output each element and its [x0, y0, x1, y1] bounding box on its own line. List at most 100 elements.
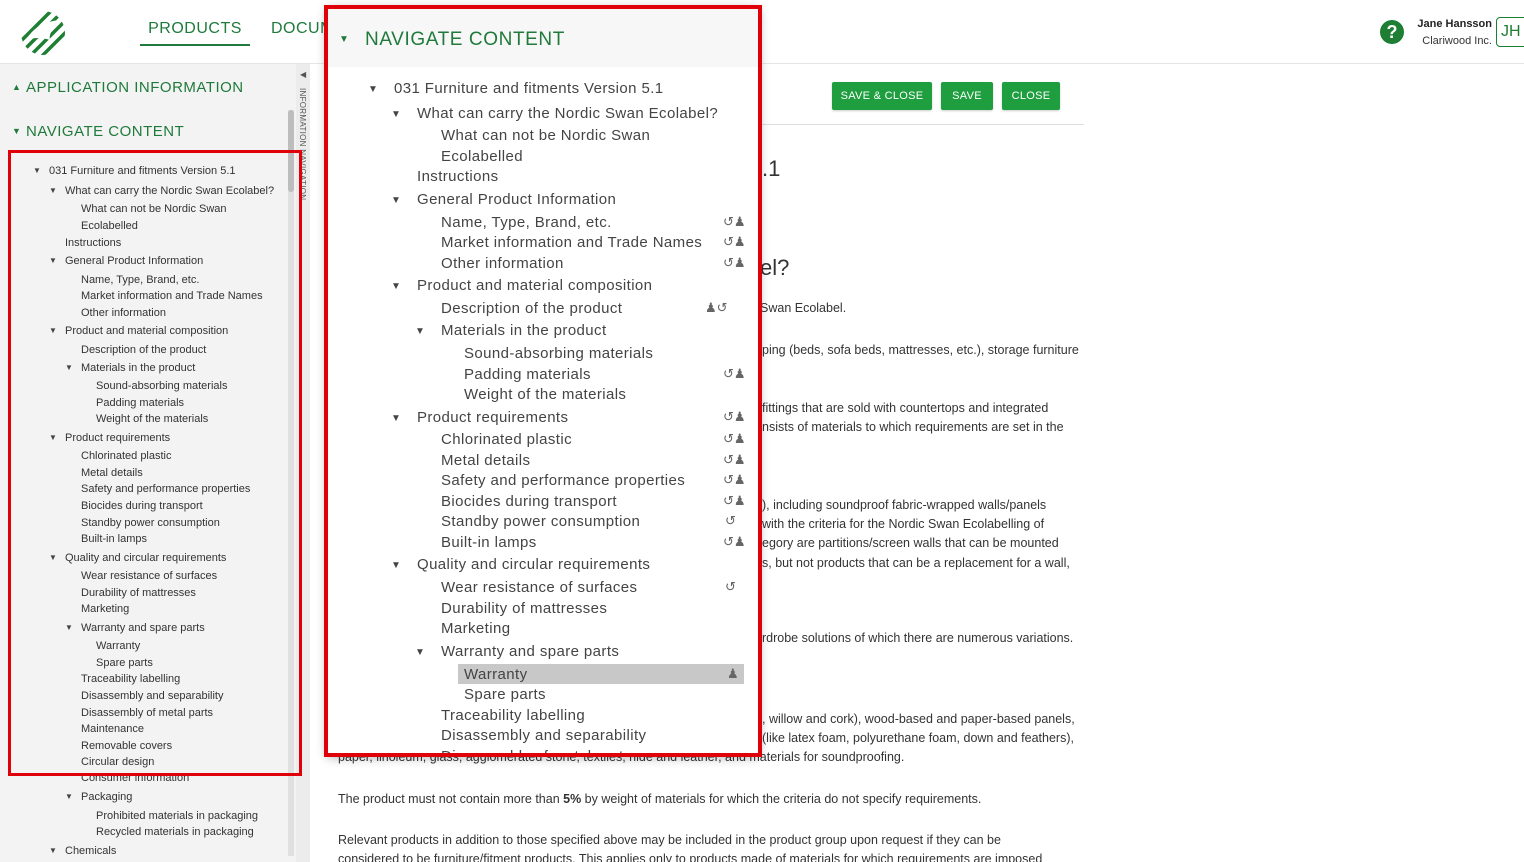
tree-item[interactable]: Marketing — [81, 602, 129, 616]
tree-item[interactable]: Other information — [81, 306, 166, 320]
tree-item[interactable]: Circular design — [81, 755, 154, 769]
caret-down-icon[interactable]: ▼ — [415, 644, 425, 662]
tree-item[interactable]: What can not be Nordic Swan — [441, 127, 650, 145]
tree-item[interactable]: ▼ Chemicals — [49, 844, 116, 858]
caret-down-icon[interactable]: ▼ — [49, 551, 57, 565]
tree-item[interactable]: ▼ Quality and circular requirements — [49, 551, 226, 565]
tree-item[interactable]: Removable covers — [81, 739, 172, 753]
nav-tab-products[interactable]: PRODUCTS — [140, 20, 250, 46]
help-icon[interactable]: ? — [1380, 20, 1404, 44]
tree-item[interactable]: Padding materials — [464, 366, 591, 384]
caret-down-icon[interactable]: ▼ — [49, 431, 57, 445]
tree-item[interactable]: Wear resistance of surfaces — [441, 579, 637, 597]
collapse-arrow-icon[interactable]: ◀ — [300, 70, 306, 79]
caret-down-icon[interactable]: ▼ — [33, 164, 41, 178]
tree-item[interactable]: ▼ Warranty and spare parts — [415, 643, 619, 661]
tree-item[interactable]: Built-in lamps — [81, 532, 147, 546]
tree-item[interactable]: Standby power consumption — [81, 516, 220, 530]
tree-item[interactable]: ▼ Warranty and spare parts — [65, 621, 205, 635]
tree-item[interactable]: Consumer information — [81, 771, 189, 785]
tree-item[interactable]: ▼ Materials in the product — [65, 361, 195, 375]
tree-item[interactable]: Biocides during transport — [81, 499, 203, 513]
tree-item[interactable]: Chlorinated plastic — [441, 431, 572, 449]
tree-item[interactable]: Wear resistance of surfaces — [81, 569, 217, 583]
tree-item[interactable]: Padding materials — [96, 396, 184, 410]
tree-item[interactable]: Market information and Trade Names — [81, 289, 263, 303]
caret-down-icon[interactable]: ▼ — [391, 278, 401, 296]
caret-down-icon[interactable]: ▼ — [391, 106, 401, 124]
tree-item[interactable]: Sound-absorbing materials — [464, 345, 653, 363]
sidebar-scrollbar-thumb[interactable] — [288, 110, 294, 192]
tree-item[interactable]: Metal details — [81, 466, 143, 480]
caret-down-icon[interactable]: ▼ — [49, 254, 57, 268]
caret-down-icon[interactable]: ▼ — [415, 323, 425, 341]
tree-item[interactable]: ▼ What can carry the Nordic Swan Ecolabel… — [391, 105, 718, 123]
tree-item[interactable]: Safety and performance properties — [81, 482, 250, 496]
tree-item[interactable]: Durability of mattresses — [441, 600, 607, 618]
caret-down-icon[interactable]: ▼ — [368, 81, 378, 99]
tree-item[interactable]: Maintenance — [81, 722, 144, 736]
tree-item[interactable]: Spare parts — [464, 686, 546, 704]
tree-item[interactable]: Chlorinated plastic — [81, 449, 172, 463]
section-navigate-content[interactable]: ▼ NAVIGATE CONTENT — [12, 123, 184, 140]
tree-item[interactable]: Traceability labelling — [81, 672, 180, 686]
tree-item[interactable]: Ecolabelled — [441, 148, 523, 166]
tree-item[interactable]: Name, Type, Brand, etc. — [81, 273, 199, 287]
tree-item[interactable]: ▼ Product and material composition — [49, 324, 228, 338]
caret-down-icon[interactable]: ▼ — [65, 621, 73, 635]
user-avatar[interactable]: JH — [1496, 17, 1524, 47]
tree-item[interactable]: What can not be Nordic Swan — [81, 202, 227, 216]
tree-item[interactable]: Sound-absorbing materials — [96, 379, 227, 393]
caret-down-icon[interactable]: ▼ — [391, 557, 401, 575]
tree-item[interactable]: ▼ Quality and circular requirements — [391, 556, 650, 574]
caret-down-icon[interactable]: ▼ — [391, 192, 401, 210]
tree-item[interactable]: Safety and performance properties — [441, 472, 685, 490]
tree-item[interactable]: Metal details — [441, 452, 530, 470]
nav-tab-documents[interactable]: DOCUM — [271, 20, 331, 46]
tree-item[interactable]: Description of the product — [441, 300, 622, 318]
tree-item[interactable]: ▼ 031 Furniture and fitments Version 5.1 — [33, 164, 236, 178]
tree-item[interactable]: Biocides during transport — [441, 493, 617, 511]
tree-item[interactable]: Disassembly of metal parts — [441, 748, 631, 755]
tree-item[interactable]: Disassembly and separability — [441, 727, 646, 745]
tree-item[interactable]: Description of the product — [81, 343, 206, 357]
tree-item[interactable]: Prohibited materials in packaging — [96, 809, 258, 823]
caret-down-icon[interactable]: ▼ — [65, 790, 73, 804]
tree-item[interactable]: ▼ What can carry the Nordic Swan Ecolabel… — [49, 184, 274, 198]
save-and-close-button[interactable]: SAVE & CLOSE — [832, 82, 932, 110]
tree-item[interactable]: Built-in lamps — [441, 534, 537, 552]
tree-item[interactable]: Instructions — [417, 168, 499, 186]
tree-item[interactable]: ▼ Product requirements — [49, 431, 170, 445]
tree-item[interactable]: Recycled materials in packaging — [96, 825, 254, 839]
section-application-information[interactable]: ▲ APPLICATION INFORMATION — [12, 79, 244, 96]
caret-down-icon[interactable]: ▼ — [49, 324, 57, 338]
tree-item[interactable]: Traceability labelling — [441, 707, 585, 725]
nordic-swan-logo-icon[interactable] — [20, 10, 66, 56]
tree-item[interactable]: ▼ Product and material composition — [391, 277, 652, 295]
tree-item[interactable]: ▼ 031 Furniture and fitments Version 5.1 — [368, 80, 664, 98]
tree-item[interactable]: ▼ Packaging — [65, 790, 132, 804]
caret-down-icon[interactable]: ▼ — [391, 410, 401, 428]
tree-item-selected[interactable]: Warranty — [464, 666, 528, 684]
tree-item[interactable]: ▼ General Product Information — [391, 191, 616, 209]
tree-item[interactable]: ▼ Product requirements — [391, 409, 568, 427]
tree-item[interactable]: Disassembly of metal parts — [81, 706, 213, 720]
caret-down-icon[interactable]: ▼ — [65, 361, 73, 375]
tree-item[interactable]: Other information — [441, 255, 564, 273]
tree-item[interactable]: Ecolabelled — [81, 219, 138, 233]
tree-item[interactable]: Name, Type, Brand, etc. — [441, 214, 612, 232]
tree-item[interactable]: Marketing — [441, 620, 510, 638]
tree-item[interactable]: Market information and Trade Names — [441, 234, 702, 252]
tree-item[interactable]: Spare parts — [96, 656, 153, 670]
tree-item[interactable]: Durability of mattresses — [81, 586, 196, 600]
sidebar-scrollbar[interactable] — [288, 110, 294, 856]
tree-item[interactable]: ▼ Materials in the product — [415, 322, 607, 340]
save-button[interactable]: SAVE — [941, 82, 993, 110]
caret-down-icon[interactable]: ▼ — [49, 844, 57, 858]
tree-item[interactable]: ▼ General Product Information — [49, 254, 203, 268]
tree-item[interactable]: Disassembly and separability — [81, 689, 223, 703]
tree-item[interactable]: Instructions — [65, 236, 121, 250]
tree-item[interactable]: Weight of the materials — [96, 412, 208, 426]
close-button[interactable]: CLOSE — [1002, 82, 1060, 110]
tree-item[interactable]: Warranty — [96, 639, 140, 653]
